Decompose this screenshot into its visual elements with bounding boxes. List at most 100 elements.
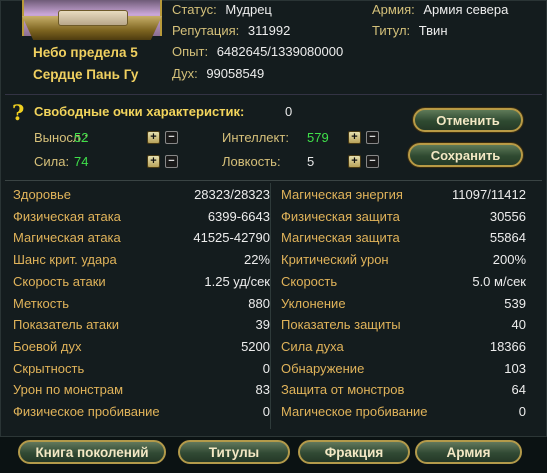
agility-plus-button[interactable]: + (348, 155, 361, 168)
stat-label-left: Показатель атаки (13, 317, 120, 333)
stat-value-left: 41525-42790 (193, 230, 270, 246)
stat-label-left: Боевой дух (13, 338, 82, 354)
stat-label-right: Уклонение (281, 295, 346, 311)
strength-plus-button[interactable]: + (147, 155, 160, 168)
stats-row: Магическая атака 41525-42790 Магическая за… (5, 230, 542, 252)
title-value: Твин (418, 23, 448, 38)
stat-value-left: 0 (262, 404, 270, 419)
status-row: Статус: Мудрец (172, 2, 272, 17)
experience-value: 6482645/1339080000 (216, 44, 344, 59)
portrait-nameplate (58, 10, 128, 26)
stat-value-right: 539 (504, 295, 526, 311)
stat-label-right: Сила духа (281, 338, 344, 354)
army-value: Армия севера (423, 2, 509, 17)
agility-label: Ловкость: (222, 154, 281, 169)
stat-label-right: Магическое пробивание (281, 404, 428, 419)
stat-value-left: 28323/28323 (194, 187, 270, 202)
strength-value: 74 (74, 154, 89, 169)
experience-label: Опыт: (172, 44, 209, 59)
stat-label-left: Скорость атаки (13, 273, 106, 289)
stats-row: Шанс крит. удара 22% Критический урон 200% (5, 252, 542, 274)
stat-label-left: Физическая атака (13, 208, 121, 224)
army-label: Армия: (372, 2, 415, 17)
stats-row: Физическое пробивание 0 Магическое пробива… (5, 404, 542, 426)
stat-label-right: Обнаружение (281, 360, 365, 376)
save-button[interactable]: Сохранить (408, 143, 523, 167)
generation-book-button[interactable]: Книга поколений (18, 440, 166, 464)
stat-value-right: 11097/11412 (452, 187, 526, 202)
stat-label-right: Показатель защиты (281, 317, 401, 333)
title-label: Титул: (372, 23, 411, 38)
title-row: Титул: Твин (372, 23, 448, 38)
spirit-value: 99058549 (206, 66, 265, 81)
endurance-plus-button[interactable]: + (147, 131, 160, 144)
stats-row: Скрытность 0 Обнаружение 103 (5, 361, 542, 383)
agility-value: 5 (307, 154, 315, 169)
stat-value-left: 880 (248, 295, 270, 311)
stat-label-right: Физическая защита (281, 208, 400, 224)
stat-label-left: Магическая атака (13, 230, 121, 246)
endurance-minus-button[interactable]: − (165, 131, 178, 144)
stat-value-right: 18366 (489, 338, 526, 354)
free-points-label: Свободные очки характеристик: (34, 104, 245, 119)
stat-value-left: 1.25 уд/сек (204, 273, 270, 289)
intellect-minus-button[interactable]: − (366, 131, 379, 144)
stats-row: Урон по монстрам 83 Защита от монстров 64 (5, 382, 542, 404)
stat-label-right: Защита от монстров (281, 382, 405, 398)
stat-label-right: Магическая защита (281, 230, 400, 246)
stat-label-left: Скрытность (13, 360, 85, 376)
stats-row: Здоровье 28323/28323 Магическая энергия 110… (5, 187, 542, 209)
stat-value-left: 0 (262, 360, 270, 376)
stat-label-right: Скорость (281, 273, 338, 289)
stat-value-right: 55864 (489, 230, 526, 246)
stat-label-right: Магическая энергия (281, 187, 403, 202)
stat-label-left: Меткость (13, 295, 70, 311)
stats-table: Здоровье 28323/28323 Магическая энергия 110… (5, 180, 542, 433)
army-row: Армия: Армия севера (372, 2, 508, 17)
agility-attribute: Ловкость: (222, 154, 281, 169)
stat-value-left: 5200 (241, 338, 270, 354)
stat-label-left: Шанс крит. удара (13, 252, 117, 268)
stat-value-right: 103 (504, 360, 526, 376)
stat-value-right: 5.0 м/сек (472, 273, 526, 289)
stat-label-left: Здоровье (13, 187, 72, 202)
spirit-label: Дух: (172, 66, 198, 81)
stats-row: Показатель атаки 39 Показатель защиты 40 (5, 317, 542, 339)
stat-value-right: 40 (511, 317, 526, 333)
status-value: Мудрец (225, 2, 272, 17)
stats-row: Скорость атаки 1.25 уд/сек Скорость 5.0 м/с… (5, 274, 542, 296)
strength-minus-button[interactable]: − (165, 155, 178, 168)
intellect-value: 579 (307, 130, 329, 145)
question-icon[interactable]: ? (12, 102, 30, 124)
army-button[interactable]: Армия (415, 440, 522, 464)
stat-value-left: 83 (255, 382, 270, 398)
spirit-row: Дух: 99058549 (172, 66, 264, 81)
stat-value-left: 39 (255, 317, 270, 333)
reputation-row: Репутация: 311992 (172, 23, 290, 38)
reputation-label: Репутация: (172, 23, 240, 38)
cancel-button[interactable]: Отменить (413, 108, 523, 132)
stats-divider (270, 183, 271, 429)
intellect-plus-button[interactable]: + (348, 131, 361, 144)
endurance-value: 52 (74, 130, 89, 145)
stat-value-right: 200% (492, 252, 526, 268)
stat-value-left: 22% (243, 252, 270, 268)
reputation-value: 311992 (247, 23, 291, 38)
intellect-attribute: Интеллект: (222, 130, 289, 145)
faction-button[interactable]: Фракция (298, 440, 410, 464)
stat-value-left: 6399-6643 (207, 208, 270, 224)
stat-value-right: 30556 (489, 208, 526, 224)
stats-row: Боевой дух 5200 Сила духа 18366 (5, 339, 542, 361)
free-points-value: 0 (285, 104, 293, 119)
experience-row: Опыт: 6482645/1339080000 (172, 44, 343, 59)
strength-label: Сила: (34, 154, 70, 169)
stat-label-right: Критический урон (281, 252, 389, 268)
titles-button[interactable]: Титулы (178, 440, 290, 464)
status-label: Статус: (172, 2, 217, 17)
agility-minus-button[interactable]: − (366, 155, 379, 168)
stat-value-right: 64 (511, 382, 526, 398)
stat-label-left: Физическое пробивание (13, 404, 160, 419)
stat-label-left: Урон по монстрам (13, 382, 124, 398)
rank-line-2: Сердце Пань Гу (33, 67, 139, 82)
strength-attribute: Сила: (34, 154, 69, 169)
